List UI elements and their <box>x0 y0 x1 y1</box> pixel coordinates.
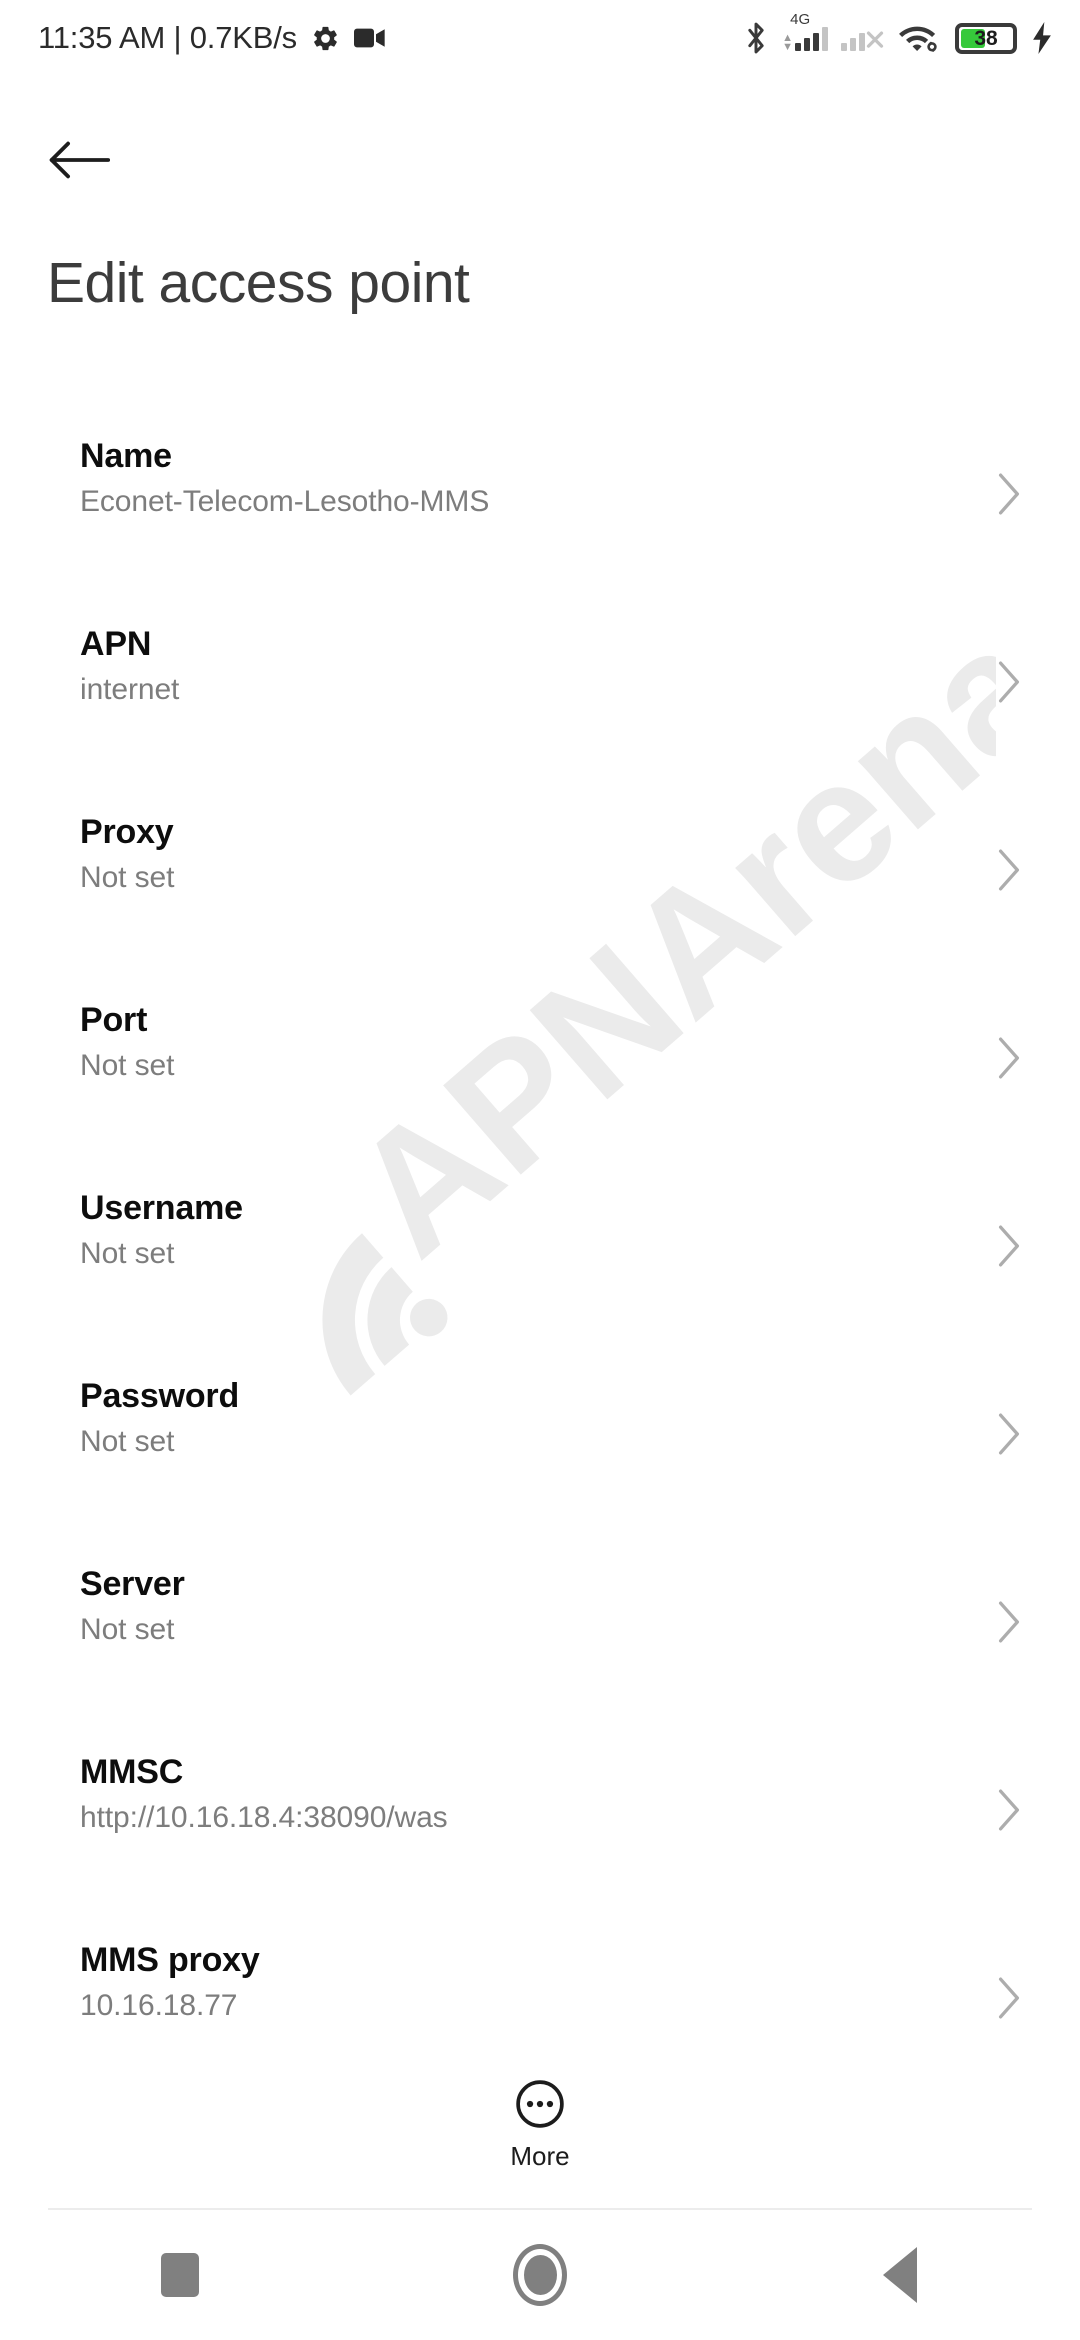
row-title: APN <box>80 625 152 663</box>
chevron-right-icon <box>998 1413 1020 1455</box>
chevron-right-icon <box>998 849 1020 891</box>
status-bar-right: 4G ▲ ▼ 38 <box>743 12 1054 55</box>
row-title: Server <box>80 1565 185 1603</box>
home-circle-icon <box>513 2244 567 2306</box>
chevron-right-icon <box>998 1789 1020 1831</box>
back-arrow-icon <box>49 141 110 179</box>
row-title: Port <box>80 1001 148 1039</box>
no-service-x-icon <box>866 31 884 48</box>
row-value: Not set <box>80 1049 175 1083</box>
row-value: 10.16.18.77 <box>80 1989 238 2023</box>
setting-row-mms-proxy[interactable]: MMS proxy 10.16.18.77 <box>0 1904 1080 2030</box>
bluetooth-icon <box>748 22 764 54</box>
chevron-right-icon <box>998 1601 1020 1643</box>
sim1-signal-icon: 4G ▲ ▼ <box>782 12 828 53</box>
chevron-right-icon <box>998 1977 1020 2019</box>
setting-row-server[interactable]: Server Not set <box>0 1528 1080 1716</box>
row-value: Not set <box>80 1425 175 1459</box>
nav-home-button[interactable] <box>440 2210 640 2340</box>
phone-screen: APNArena 11:35 AM | 0.7KB/s 4G ▲ ▼ 38 Ed… <box>0 0 1080 2340</box>
sim2-no-service-icon <box>841 25 885 51</box>
row-title: Name <box>80 437 172 475</box>
chevron-right-icon <box>998 1037 1020 1079</box>
data-arrows-icon: ▲ ▼ <box>782 32 793 53</box>
page-title: Edit access point <box>47 251 470 315</box>
nav-back-button[interactable] <box>800 2210 1000 2340</box>
row-title: MMS proxy <box>80 1941 260 1979</box>
recents-square-icon <box>161 2253 199 2297</box>
nav-recents-button[interactable] <box>80 2210 280 2340</box>
back-triangle-icon <box>883 2247 917 2303</box>
setting-row-mmsc[interactable]: MMSC http://10.16.18.4:38090/was <box>0 1716 1080 1904</box>
row-value: http://10.16.18.4:38090/was <box>80 1801 448 1835</box>
android-navigation-bar <box>0 2210 1080 2340</box>
row-value: Not set <box>80 861 175 895</box>
more-button[interactable]: More <box>0 2078 1080 2172</box>
setting-row-password[interactable]: Password Not set <box>0 1340 1080 1528</box>
battery-percent-label: 38 <box>974 26 998 50</box>
wifi-link-icon <box>899 26 937 52</box>
status-bar-left: 11:35 AM | 0.7KB/s <box>38 20 386 56</box>
gear-icon <box>314 26 337 50</box>
back-button[interactable] <box>48 120 140 200</box>
row-title: Username <box>80 1189 243 1227</box>
setting-row-username[interactable]: Username Not set <box>0 1152 1080 1340</box>
charging-bolt-icon <box>1033 22 1051 54</box>
setting-row-apn[interactable]: APN internet <box>0 588 1080 776</box>
network-type-label: 4G <box>790 11 811 28</box>
setting-row-proxy[interactable]: Proxy Not set <box>0 776 1080 964</box>
more-label: More <box>510 2141 570 2171</box>
row-value: Not set <box>80 1613 175 1647</box>
setting-row-name[interactable]: Name Econet-Telecom-Lesotho-MMS <box>0 400 1080 588</box>
chevron-right-icon <box>998 473 1020 515</box>
row-value: Econet-Telecom-Lesotho-MMS <box>80 485 490 519</box>
row-value: Not set <box>80 1237 175 1271</box>
sim2-bars <box>841 25 865 51</box>
apn-settings-list[interactable]: Name Econet-Telecom-Lesotho-MMS APN inte… <box>0 400 1080 2030</box>
status-clock: 11:35 AM | 0.7KB/s <box>38 20 297 55</box>
setting-row-port[interactable]: Port Not set <box>0 964 1080 1152</box>
row-title: Password <box>80 1377 240 1415</box>
row-title: Proxy <box>80 813 174 851</box>
chevron-right-icon <box>998 661 1020 703</box>
status-bar: 11:35 AM | 0.7KB/s 4G ▲ ▼ 38 <box>0 0 1080 76</box>
sim1-bars <box>795 25 828 51</box>
row-title: MMSC <box>80 1753 184 1791</box>
video-camera-icon <box>353 28 385 48</box>
more-circle-icon <box>516 2080 564 2128</box>
row-value: internet <box>80 673 180 707</box>
chevron-right-icon <box>998 1225 1020 1267</box>
battery-icon: 38 <box>955 22 1017 54</box>
